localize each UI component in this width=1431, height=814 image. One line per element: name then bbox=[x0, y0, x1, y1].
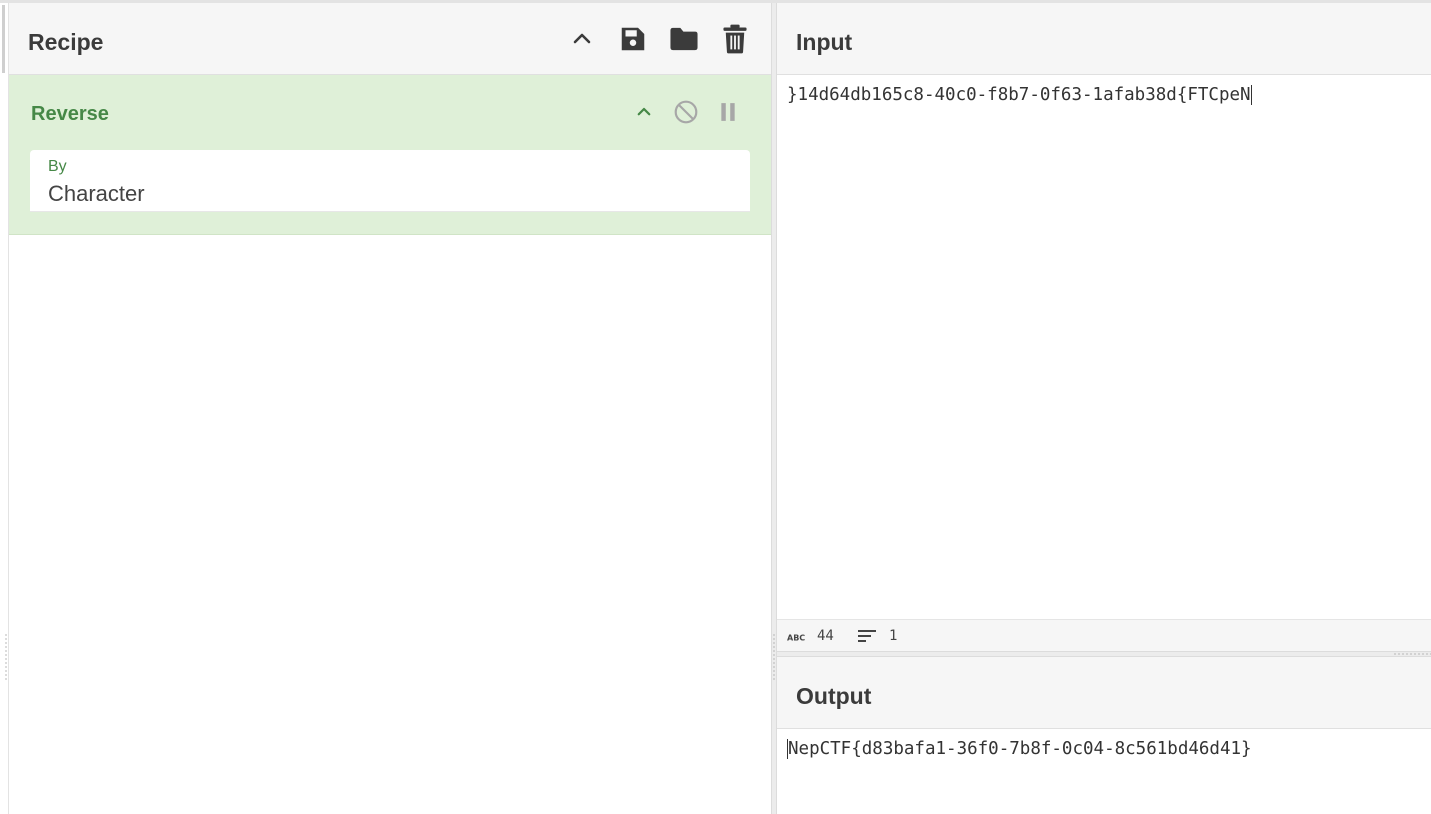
output-title: Output bbox=[796, 683, 872, 709]
output-header: Output bbox=[777, 657, 1431, 729]
trash-icon[interactable] bbox=[719, 23, 751, 55]
by-label: By bbox=[48, 158, 67, 175]
by-value: Character bbox=[48, 181, 145, 206]
recipe-pane: Recipe Reverse By Character bbox=[9, 3, 771, 814]
left-gutter bbox=[0, 3, 9, 814]
save-icon[interactable] bbox=[617, 23, 649, 55]
folder-icon[interactable] bbox=[668, 23, 700, 55]
chevron-up-icon[interactable] bbox=[629, 97, 659, 127]
recipe-header: Recipe bbox=[9, 3, 771, 75]
disable-icon[interactable] bbox=[671, 97, 701, 127]
input-length: 44 bbox=[817, 628, 834, 644]
input-text[interactable]: }14d64db165c8-40c0-f8b7-0f63-1afab38d{FT… bbox=[787, 85, 1252, 105]
input-lines: 1 bbox=[889, 628, 898, 644]
recipe-title: Recipe bbox=[28, 29, 104, 55]
output-text[interactable]: NepCTF{d83bafa1-36f0-7b8f-0c04-8c561bd46… bbox=[787, 739, 1252, 759]
input-title: Input bbox=[796, 29, 853, 55]
input-status-bar: ABC 44 1 bbox=[777, 619, 1431, 651]
svg-text:ABC: ABC bbox=[787, 634, 805, 643]
chevron-up-icon[interactable] bbox=[566, 23, 598, 55]
gutter-handle[interactable] bbox=[2, 5, 5, 73]
pause-icon[interactable] bbox=[713, 97, 743, 127]
abc-icon: ABC bbox=[787, 630, 807, 646]
resize-grip[interactable] bbox=[5, 633, 7, 681]
by-select[interactable]: By Character bbox=[30, 150, 750, 212]
input-textarea[interactable]: }14d64db165c8-40c0-f8b7-0f63-1afab38d{FT… bbox=[777, 75, 1431, 619]
output-textarea[interactable]: NepCTF{d83bafa1-36f0-7b8f-0c04-8c561bd46… bbox=[777, 729, 1431, 814]
input-header: Input bbox=[777, 3, 1431, 75]
operation-title: Reverse bbox=[31, 103, 109, 125]
operation-reverse[interactable]: Reverse By Character bbox=[9, 75, 771, 235]
lines-icon bbox=[858, 629, 878, 647]
